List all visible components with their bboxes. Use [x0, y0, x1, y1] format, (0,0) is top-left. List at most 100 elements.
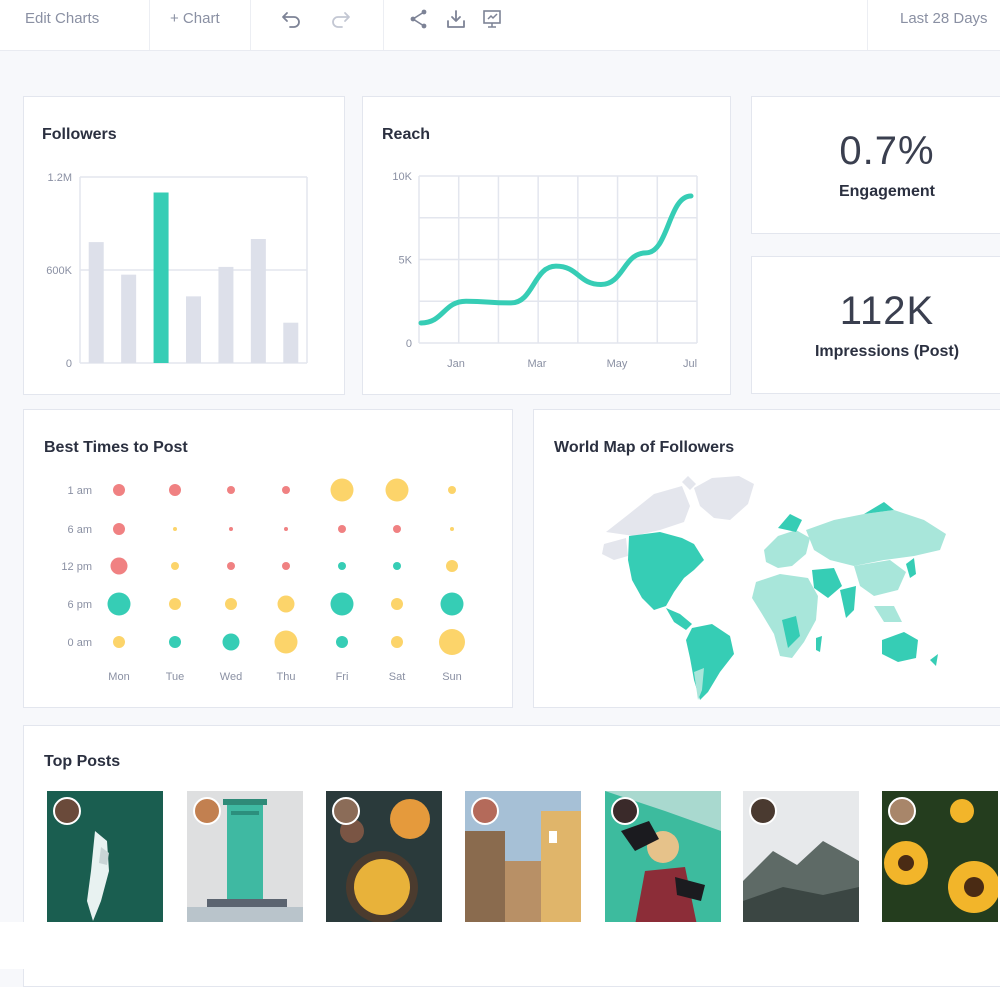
- impressions-label: Impressions (Post): [814, 343, 960, 360]
- bar: [186, 296, 201, 363]
- undo-icon[interactable]: [280, 8, 302, 30]
- bubble: [227, 486, 235, 494]
- bubble: [113, 636, 125, 648]
- map-region-scandinavia[interactable]: [778, 514, 802, 532]
- map-region-canada[interactable]: [606, 486, 690, 536]
- bubble: [385, 478, 409, 502]
- bubble: [330, 478, 354, 502]
- y-tick-label: 600K: [46, 265, 72, 277]
- bubble: [274, 630, 298, 654]
- avatar: [888, 797, 916, 825]
- post-thumbnail[interactable]: [187, 791, 303, 925]
- engagement-value: 0.7%: [839, 129, 935, 173]
- post-thumbnail[interactable]: [465, 791, 581, 925]
- avatar: [749, 797, 777, 825]
- bar: [88, 242, 104, 363]
- col-label: Sat: [389, 671, 406, 683]
- bubble: [169, 598, 181, 610]
- bubble: [169, 484, 181, 496]
- map-region-china[interactable]: [854, 560, 906, 596]
- bubble: [448, 486, 456, 494]
- map-region-africa[interactable]: [752, 574, 818, 658]
- post-thumbnail[interactable]: [47, 791, 163, 925]
- best-times-bubble-chart: 1 am 6 am 12 pm 6 pm 0 am Mon Tue Wed Thu Fri Sat S…: [61, 478, 465, 683]
- bubble: [440, 592, 464, 616]
- bubble: [169, 636, 181, 648]
- map-region-north-america[interactable]: [628, 532, 704, 610]
- bubble: [225, 598, 237, 610]
- post-thumbnail[interactable]: [605, 791, 721, 925]
- row-label: 6 am: [68, 524, 92, 536]
- bubble: [336, 636, 348, 648]
- map-region-arctic: [682, 476, 696, 490]
- engagement-label: Engagement: [838, 183, 935, 200]
- col-label: Mon: [108, 671, 129, 683]
- page-bottom: [0, 922, 1000, 969]
- map-region-europe[interactable]: [764, 530, 810, 568]
- map-region-central-america[interactable]: [666, 608, 692, 630]
- toolbar-divider: [383, 0, 384, 50]
- map-region-australia[interactable]: [882, 632, 918, 662]
- row-label: 1 am: [68, 485, 92, 497]
- map-region-new-zealand[interactable]: [930, 654, 938, 666]
- avatar: [332, 797, 360, 825]
- bubble: [107, 592, 131, 616]
- share-icon[interactable]: [408, 8, 430, 30]
- add-chart-button[interactable]: + Chart: [170, 0, 220, 38]
- best-times-card: Best Times to Post 1 am 6 am 12 pm 6 pm 0 am…: [23, 409, 513, 708]
- impressions-value: 112K: [839, 289, 935, 333]
- download-icon[interactable]: [445, 8, 467, 30]
- followers-card: Followers 1.2M 600K 0: [23, 96, 345, 395]
- col-label: Tue: [166, 671, 185, 683]
- x-tick-label: Jan: [447, 358, 465, 370]
- map-region-greenland[interactable]: [694, 476, 754, 520]
- bubble: [171, 562, 179, 570]
- bar: [218, 266, 234, 363]
- date-range-selector[interactable]: Last 28 Days: [900, 0, 988, 38]
- bubble: [391, 636, 403, 648]
- y-tick-label: 10K: [392, 171, 412, 183]
- x-tick-label: May: [607, 358, 628, 370]
- bubble: [446, 560, 458, 572]
- post-thumbnail[interactable]: [326, 791, 442, 925]
- col-label: Sun: [442, 671, 462, 683]
- map-region-russia[interactable]: [806, 510, 946, 566]
- x-tick-label: Jul: [683, 358, 697, 370]
- post-thumbnail[interactable]: [882, 791, 998, 925]
- bubble: [277, 595, 295, 613]
- map-region-south-america[interactable]: [686, 624, 734, 700]
- map-region-southeast-asia[interactable]: [874, 606, 902, 622]
- toolbar-divider: [250, 0, 251, 50]
- bar: [283, 322, 299, 363]
- y-tick-label: 0: [406, 338, 412, 350]
- post-thumbnail[interactable]: [743, 791, 859, 925]
- map-region-alaska[interactable]: [602, 538, 628, 560]
- row-label: 6 pm: [68, 599, 92, 611]
- bubble: [222, 633, 240, 651]
- avatar: [193, 797, 221, 825]
- bubble: [227, 562, 235, 570]
- present-icon[interactable]: [481, 8, 503, 30]
- bubble: [229, 527, 233, 531]
- avatar: [53, 797, 81, 825]
- col-label: Thu: [277, 671, 296, 683]
- avatar: [611, 797, 639, 825]
- bar: [153, 192, 169, 363]
- redo-icon[interactable]: [330, 8, 352, 30]
- bubble: [330, 592, 354, 616]
- col-label: Fri: [336, 671, 349, 683]
- bar: [250, 239, 266, 363]
- bubble: [338, 525, 346, 533]
- reach-card: Reach 10K 5K 0 Jan Mar May Jul: [362, 96, 731, 395]
- bubble: [284, 527, 288, 531]
- y-tick-label: 1.2M: [48, 172, 72, 184]
- impressions-card: 112K Impressions (Post): [751, 256, 1000, 394]
- col-label: Wed: [220, 671, 242, 683]
- bubble: [282, 562, 290, 570]
- map-region-india[interactable]: [840, 586, 856, 618]
- toolbar: Edit Charts + Chart Last 28 Days: [0, 0, 1000, 51]
- y-tick-label: 5K: [399, 255, 413, 267]
- map-region-madagascar[interactable]: [816, 636, 822, 652]
- edit-charts-button[interactable]: Edit Charts: [25, 0, 99, 38]
- map-region-japan[interactable]: [906, 558, 916, 578]
